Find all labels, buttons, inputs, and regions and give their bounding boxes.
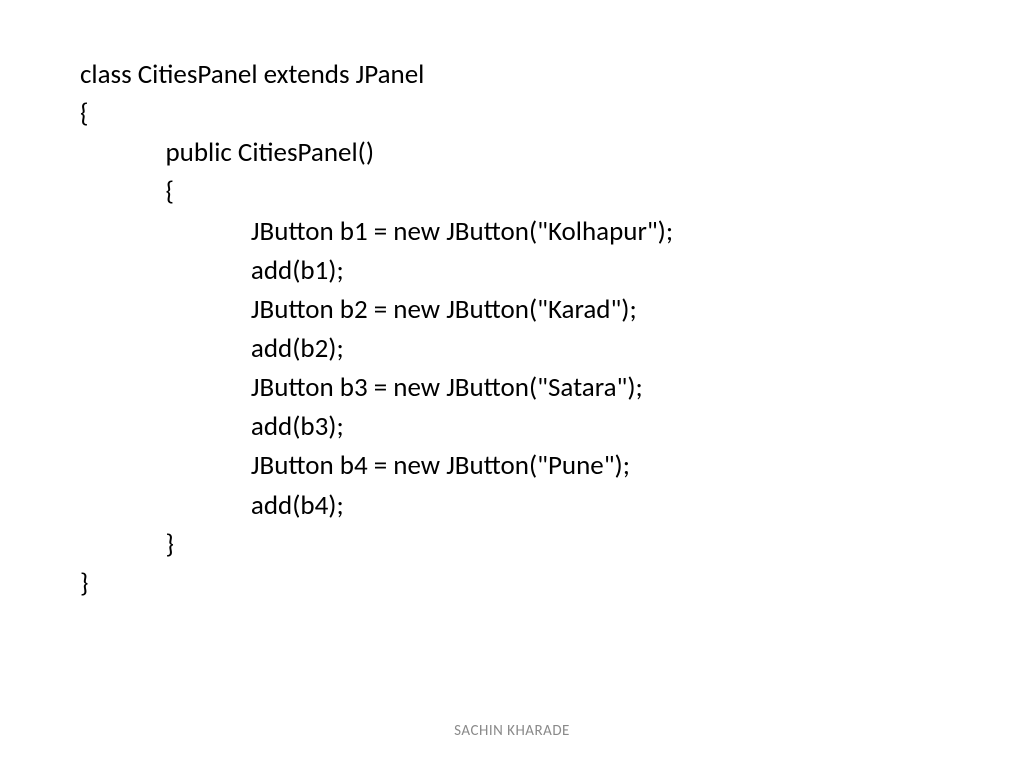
code-line: {: [80, 175, 174, 208]
code-line: JButton b1 = new JButton("Kolhapur");: [80, 215, 673, 248]
code-line: }: [80, 528, 174, 561]
code-line: add(b4);: [80, 489, 344, 522]
code-line: JButton b4 = new JButton("Pune");: [80, 449, 630, 482]
code-line: public CitiesPanel(): [80, 136, 374, 169]
code-line: }: [80, 567, 89, 600]
code-line: add(b1);: [80, 254, 344, 287]
code-block: class CitiesPanel extends JPanel { publi…: [80, 55, 944, 603]
code-line: add(b3);: [80, 410, 344, 443]
code-line: class CitiesPanel extends JPanel: [80, 58, 424, 91]
slide-content: class CitiesPanel extends JPanel { publi…: [0, 0, 1024, 768]
code-line: {: [80, 97, 89, 130]
code-line: add(b2);: [80, 332, 344, 365]
slide-footer: SACHIN KHARADE: [0, 722, 1024, 740]
code-line: JButton b3 = new JButton("Satara");: [80, 371, 643, 404]
code-line: JButton b2 = new JButton("Karad");: [80, 293, 637, 326]
